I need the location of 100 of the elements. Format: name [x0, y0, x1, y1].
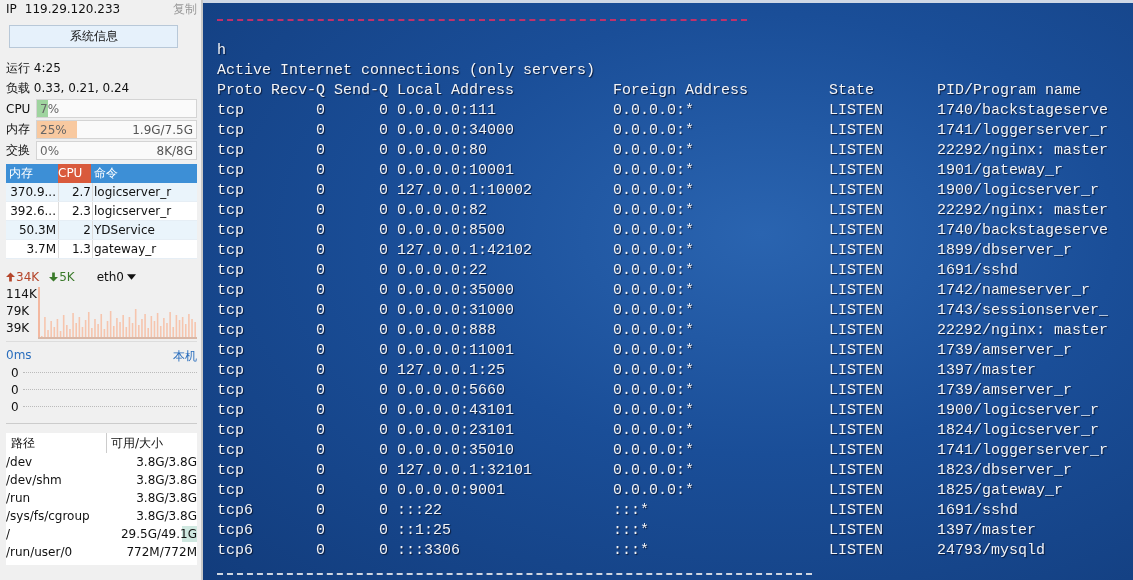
column-header[interactable]: 可用/大小: [107, 433, 197, 453]
terminal-cell: 1900/logicserver_r: [937, 181, 1100, 201]
terminal-cell-text: 0: [315, 121, 325, 141]
terminal-cell-text: 0.0.0.0:*: [613, 261, 695, 281]
terminal-cell: 24793/mysqld: [937, 541, 1046, 561]
interface-dropdown[interactable]: eth0: [96, 269, 136, 285]
terminal-column-header: Recv-Q: [271, 81, 325, 101]
terminal-cell-text: LISTEN: [829, 481, 884, 501]
table-cell-text: logicserver_r: [93, 184, 173, 201]
terminal-column-header: State: [829, 81, 875, 101]
terminal-cell-text: tcp: [217, 421, 245, 441]
terminal-cell-text: 0.0.0.0:*: [613, 201, 695, 221]
terminal-cell-text: 0: [378, 541, 388, 561]
terminal-cell: 1397/master: [937, 521, 1037, 541]
terminal-cell: 1741/loggerserver_r: [937, 121, 1109, 141]
column-header[interactable]: CPU: [58, 164, 91, 183]
terminal-cell-text: 0.0.0.0:*: [613, 241, 695, 261]
terminal-cell-text: 0.0.0.0:*: [613, 161, 695, 181]
terminal-cell-text: 0.0.0.0:*: [613, 181, 695, 201]
terminal-column-header: Proto: [217, 81, 263, 101]
terminal-cell-text: 0.0.0.0:*: [613, 421, 695, 441]
terminal-cell: 1739/amserver_r: [937, 341, 1073, 361]
terminal-cell-text: 0.0.0.0:*: [613, 381, 695, 401]
terminal-cell-text: 0: [315, 441, 325, 461]
terminal-cell-text: 0: [315, 361, 325, 381]
ip-address: 119.29.120.233: [24, 2, 121, 16]
terminal-cell-text: 0.0.0.0:10001: [397, 161, 516, 181]
terminal-cell-text: 0: [378, 301, 388, 321]
terminal-cell-text: 0.0.0.0:*: [613, 401, 695, 421]
terminal-cell-text: 0.0.0.0:*: [613, 481, 695, 501]
terminal-cell-text: 0: [315, 201, 325, 221]
terminal-cell-text: LISTEN: [829, 201, 884, 221]
column-header[interactable]: 路径: [6, 433, 107, 453]
table-cell: 50.3M: [6, 221, 59, 239]
table-cell: 1.3: [59, 240, 93, 258]
terminal-cell-text: tcp: [217, 481, 245, 501]
terminal-cell-text: 0: [378, 441, 388, 461]
terminal-cell-text: LISTEN: [829, 421, 884, 441]
download-speed: 5K: [59, 269, 75, 285]
terminal-cell-text: tcp: [217, 281, 245, 301]
terminal-cell-text: 0.0.0.0:*: [613, 301, 695, 321]
terminal-cell-text: LISTEN: [829, 321, 884, 341]
terminal-cell-text: 0.0.0.0:9001: [397, 481, 507, 501]
caret-icon: [127, 274, 136, 280]
terminal-cell-text: 127.0.0.1:25: [397, 361, 507, 381]
axis-label: 79K: [6, 304, 31, 318]
axis-label: 0: [11, 365, 19, 380]
terminal-cell: 1824/logicserver_r: [937, 421, 1100, 441]
table-cell-text: 29.5G/49.1G: [119, 525, 197, 543]
meter-usage: 8K/8G: [156, 143, 194, 158]
terminal-cell: 1397/master: [937, 361, 1037, 381]
latency-target[interactable]: 本机: [173, 348, 197, 364]
up-arrow-icon: [6, 272, 15, 282]
table-cell: 2: [59, 221, 93, 239]
terminal-cell-text: 0: [315, 281, 325, 301]
terminal-cell-text: tcp: [217, 381, 245, 401]
terminal-cell-text: tcp: [217, 241, 245, 261]
table-cell-text: 3.8G/3.8G: [135, 508, 197, 525]
table-cell-text: 772M/772M: [125, 544, 197, 561]
terminal-cell-text: LISTEN: [829, 461, 884, 481]
system-info-button[interactable]: 系统信息: [9, 25, 178, 48]
terminal-cell-text: tcp6: [217, 521, 254, 541]
column-header[interactable]: 内存: [6, 164, 58, 183]
terminal-cell-text: 0.0.0.0:*: [613, 341, 695, 361]
terminal-cell-text: 0: [378, 401, 388, 421]
terminal-cell-text: 0.0.0.0:*: [613, 221, 695, 241]
terminal-cell-text: LISTEN: [829, 361, 884, 381]
terminal-cell-text: LISTEN: [829, 541, 884, 561]
terminal-cell-text: :::3306: [397, 541, 461, 561]
table-cell-text: /run/user/0: [6, 544, 74, 561]
table-cell-text: /run: [6, 490, 32, 507]
table-cell: 392.6...: [6, 202, 59, 220]
terminal-cell-text: LISTEN: [829, 241, 884, 261]
terminal-cell: 1901/gateway_r: [937, 161, 1064, 181]
terminal-cell-text: 0: [315, 401, 325, 421]
terminal-cell: 1742/nameserver_r: [937, 281, 1091, 301]
terminal-cell-text: ::1:25: [397, 521, 452, 541]
table-cell-text: /: [6, 526, 12, 543]
terminal-cell-text: 0: [378, 201, 388, 221]
terminal-cell-text: tcp: [217, 161, 245, 181]
terminal-cell-text: 0.0.0.0:*: [613, 141, 695, 161]
terminal-cell-text: LISTEN: [829, 121, 884, 141]
terminal-cell-text: 127.0.0.1:42102: [397, 241, 534, 261]
copy-link[interactable]: 复制: [173, 0, 197, 18]
table-cell-text: logicserver_r: [93, 203, 173, 220]
terminal-cell: 1823/dbserver_r: [937, 461, 1073, 481]
meter-label: 交换: [6, 142, 31, 159]
load-text: 负载 0.33, 0.21, 0.24: [6, 80, 131, 97]
terminal-cell-text: 0.0.0.0:80: [397, 141, 488, 161]
terminal-cell-text: 0: [378, 141, 388, 161]
terminal-cell-text: 0: [378, 481, 388, 501]
terminal-cell-text: tcp6: [217, 541, 254, 561]
terminal-cell-text: LISTEN: [829, 141, 884, 161]
terminal-cell-text: tcp: [217, 181, 245, 201]
column-header[interactable]: 命令: [91, 164, 197, 183]
terminal-cell-text: 0.0.0.0:*: [613, 361, 695, 381]
terminal-cell-text: 0: [315, 421, 325, 441]
ip-label: IP: [6, 2, 17, 16]
terminal-cell-text: 0.0.0.0:11001: [397, 341, 516, 361]
terminal-cell-text: 127.0.0.1:10002: [397, 181, 534, 201]
